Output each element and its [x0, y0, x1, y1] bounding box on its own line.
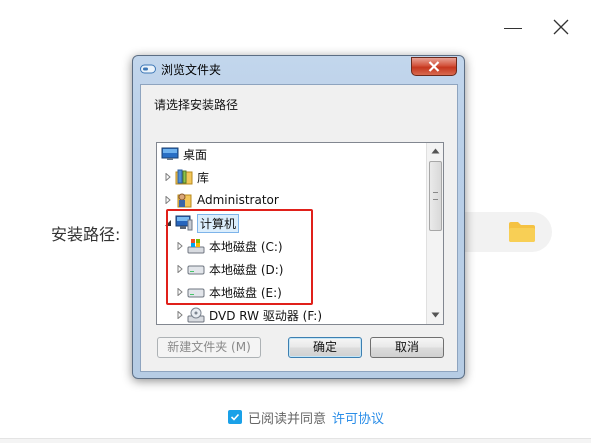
expand-arrow-icon[interactable] — [175, 241, 185, 251]
tree-item-label: Administrator — [197, 193, 279, 207]
tree-item-label: 本地磁盘 (D:) — [209, 262, 284, 277]
user-folder-icon — [175, 192, 193, 208]
check-icon — [230, 413, 240, 421]
bottom-divider — [0, 438, 591, 443]
drive-icon — [187, 261, 205, 277]
scroll-thumb[interactable] — [429, 161, 442, 231]
folder-icon — [509, 222, 535, 242]
system-drive-icon — [187, 238, 205, 254]
expand-arrow-icon[interactable] — [175, 264, 185, 274]
close-icon — [428, 61, 440, 72]
agreement-row: 已阅读并同意 许可协议 — [228, 408, 384, 427]
minimize-button[interactable] — [500, 14, 526, 40]
scroll-up-button[interactable] — [427, 143, 443, 160]
ok-button[interactable]: 确定 — [288, 337, 362, 358]
scroll-down-arrow-icon — [431, 312, 440, 318]
tree-item-drive-e[interactable]: 本地磁盘 (E:) — [175, 282, 282, 302]
new-folder-button[interactable]: 新建文件夹 (M) — [157, 337, 261, 358]
drive-icon — [187, 284, 205, 300]
tree-item-desktop[interactable]: 桌面 — [161, 144, 207, 164]
tree-item-label: 本地磁盘 (E:) — [209, 285, 282, 300]
tree-item-label: 库 — [197, 170, 210, 185]
tree-item-label: DVD RW 驱动器 (F:) — [209, 308, 323, 323]
dialog-title: 浏览文件夹 — [161, 63, 222, 77]
tree-item-drive-c[interactable]: 本地磁盘 (C:) — [175, 236, 283, 256]
close-icon — [553, 19, 569, 35]
tree-item-label: 本地磁盘 (C:) — [209, 239, 283, 254]
expand-arrow-icon[interactable] — [175, 310, 185, 320]
dialog-body: 请选择安装路径 桌面 库 Administrator 计算机 本地磁盘 (C:)… — [140, 84, 458, 372]
tree-item-drive-d[interactable]: 本地磁盘 (D:) — [175, 259, 283, 279]
license-link[interactable]: 许可协议 — [332, 408, 384, 427]
dialog-close-button[interactable] — [411, 57, 457, 76]
tree-item-administrator[interactable]: Administrator — [163, 190, 279, 210]
expand-arrow-icon[interactable] — [175, 287, 185, 297]
tree-item-dvd-f[interactable]: DVD RW 驱动器 (F:) — [175, 305, 323, 324]
desktop-icon — [161, 146, 179, 162]
scroll-down-button[interactable] — [427, 307, 443, 324]
tree-scrollbar[interactable] — [426, 143, 443, 324]
tree-item-label: 计算机 — [197, 213, 240, 233]
agree-checkbox[interactable] — [228, 410, 242, 424]
tree-item-computer[interactable]: 计算机 — [163, 213, 240, 233]
dvd-drive-icon — [187, 307, 205, 323]
install-path-label: 安装路径: — [51, 225, 121, 244]
tree-item-library[interactable]: 库 — [163, 167, 209, 187]
folder-tree[interactable]: 桌面 库 Administrator 计算机 本地磁盘 (C:) 本地磁盘 (D… — [156, 142, 444, 325]
dialog-app-icon — [140, 64, 156, 74]
computer-icon — [175, 215, 193, 231]
agree-text: 已阅读并同意 — [248, 411, 327, 427]
expand-arrow-icon[interactable] — [163, 172, 173, 182]
tree-item-label: 桌面 — [183, 147, 208, 162]
library-icon — [175, 169, 193, 185]
dialog-prompt: 请选择安装路径 — [154, 98, 239, 112]
scroll-up-arrow-icon — [431, 148, 440, 154]
browse-folder-dialog: 浏览文件夹 请选择安装路径 桌面 库 Administrator 计算机 本地磁… — [132, 55, 465, 379]
browse-folder-button[interactable] — [508, 221, 536, 243]
close-button[interactable] — [548, 14, 574, 40]
expand-arrow-icon[interactable] — [163, 195, 173, 205]
collapse-arrow-icon[interactable] — [163, 218, 173, 228]
cancel-button[interactable]: 取消 — [370, 337, 444, 358]
